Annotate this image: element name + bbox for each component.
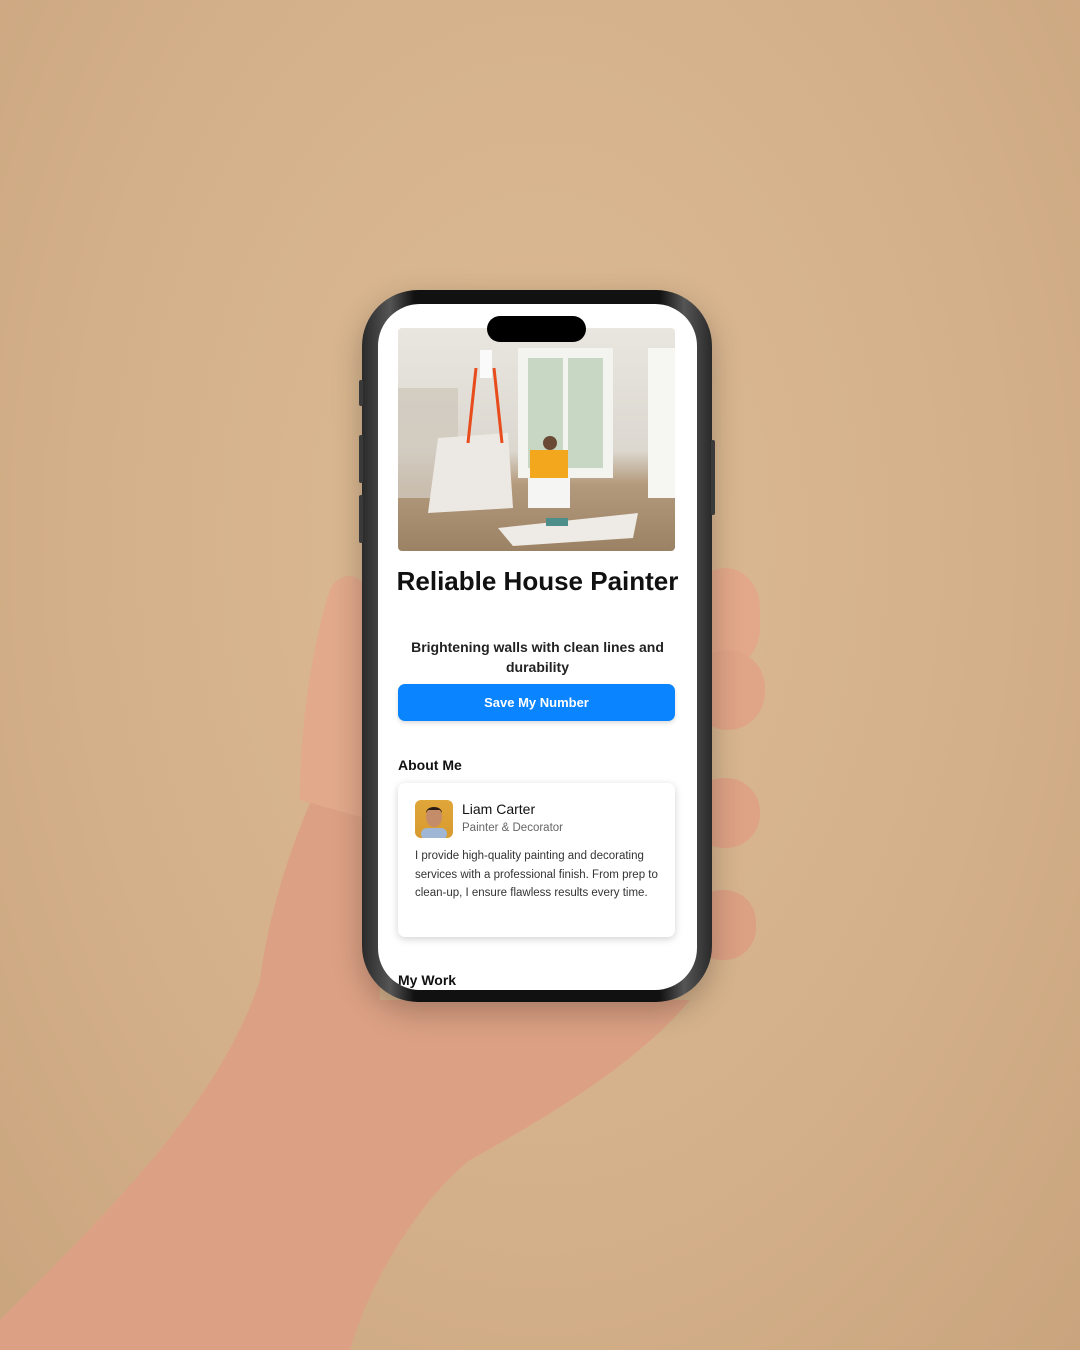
page-title: Reliable House Painter [396,566,679,596]
page-subtitle: Brightening walls with clean lines and d… [411,639,664,675]
power-button [711,440,715,515]
save-my-number-button[interactable]: Save My Number [398,684,675,721]
profile-name: Liam Carter [462,801,536,817]
about-heading: About Me [398,757,462,773]
hero-image [398,328,675,551]
phone-frame: Reliable House Painter Brightening walls… [359,290,715,1002]
profile-role: Painter & Decorator [462,822,563,834]
phone-screen: Reliable House Painter Brightening walls… [378,304,697,990]
volume-up-button [359,435,363,483]
action-button [359,380,363,406]
my-work-heading: My Work [398,972,457,988]
profile-bio: I provide high-quality painting and deco… [415,850,658,899]
volume-down-button [359,495,363,543]
avatar [415,800,453,838]
about-card: Liam Carter Painter & Decorator I provid… [398,783,675,937]
dynamic-island [487,316,586,342]
